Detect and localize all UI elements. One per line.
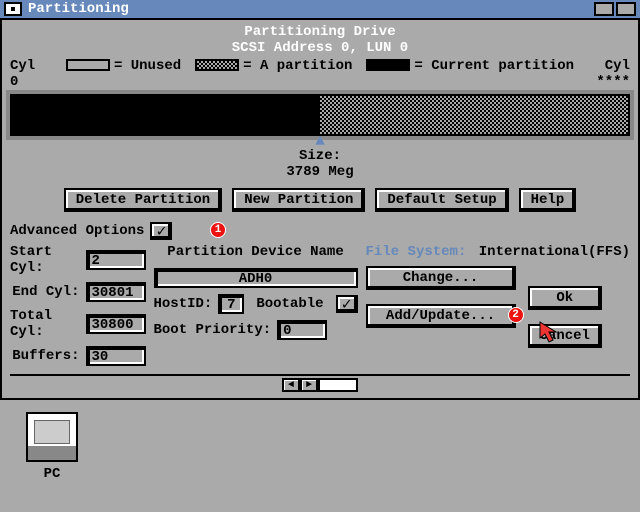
help-button[interactable]: Help [519,188,577,212]
end-cyl-label: End Cyl: [12,284,79,300]
partition-boundary-pointer[interactable]: ▲ [10,136,630,146]
close-gadget[interactable] [4,2,22,16]
zoom-gadget[interactable] [594,2,614,16]
start-cyl-label: Start Cyl: [10,244,80,276]
drive-icon [26,412,78,462]
swatch-unused [66,59,110,71]
cyl-value-right: **** [580,74,630,90]
window-title: Partitioning [28,1,594,17]
buffers-label: Buffers: [12,348,79,364]
partition-device-name-label: Partition Device Name [154,244,358,260]
partition-device-name-input[interactable]: ADH0 [154,268,358,288]
total-cyl-label: Total Cyl: [10,308,80,340]
legend-current: = Current partition [414,58,574,74]
file-system-name: International(FFS) [479,244,630,260]
hostid-label: HostID: [154,296,213,312]
file-system-label: File System: [366,244,467,260]
page-title: Partitioning Drive [10,24,630,40]
cyl-label-right: Cyl [580,58,630,74]
scsi-address: SCSI Address 0, LUN 0 [10,40,630,56]
boot-priority-input[interactable]: 0 [277,320,327,340]
partition-bar[interactable] [10,94,630,136]
boot-priority-label: Boot Priority: [154,322,272,338]
pc-drive-icon[interactable]: PC [22,412,82,482]
titlebar[interactable]: Partitioning [0,0,640,20]
advanced-options-checkbox[interactable]: ✓ [150,222,172,240]
annotation-1: 1 [210,222,226,238]
total-cyl-input[interactable]: 30800 [86,314,146,334]
default-setup-button[interactable]: Default Setup [375,188,508,212]
add-update-button[interactable]: Add/Update... [366,304,516,328]
scroll-left-button[interactable]: ◄ [282,378,300,392]
change-button[interactable]: Change... [366,266,516,290]
swatch-a-partition [195,59,239,71]
scroll-right-button[interactable]: ► [300,378,318,392]
swatch-current [366,59,410,71]
cylinder-legend: Cyl 0 = Unused = A partition = Current p… [10,58,630,90]
ok-button[interactable]: Ok [528,286,602,310]
buffers-input[interactable]: 30 [86,346,146,366]
bootable-label: Bootable [256,296,323,312]
hostid-input[interactable]: 7 [218,294,244,314]
depth-gadget[interactable] [616,2,636,16]
bootable-checkbox[interactable]: ✓ [336,295,358,313]
size-label: Size: [10,148,630,164]
horizontal-scrollbar[interactable]: ◄ ► [10,374,630,394]
pc-label: PC [22,466,82,482]
cyl-label-left: Cyl [10,58,60,74]
current-partition-region[interactable] [12,96,320,134]
cyl-value-left: 0 [10,74,60,90]
start-cyl-input[interactable]: 2 [86,250,146,270]
new-partition-button[interactable]: New Partition [232,188,365,212]
partitioning-window: Partitioning Drive SCSI Address 0, LUN 0… [0,20,640,400]
advanced-options-label: Advanced Options [10,223,144,239]
legend-unused: = Unused [114,58,181,74]
size-value: 3789 Meg [10,164,630,180]
legend-a-partition: = A partition [243,58,352,74]
scroll-track[interactable] [318,378,358,392]
delete-partition-button[interactable]: Delete Partition [64,188,222,212]
annotation-2: 2 [508,307,524,323]
cancel-button[interactable]: Cancel [528,324,602,348]
end-cyl-input[interactable]: 30801 [86,282,146,302]
